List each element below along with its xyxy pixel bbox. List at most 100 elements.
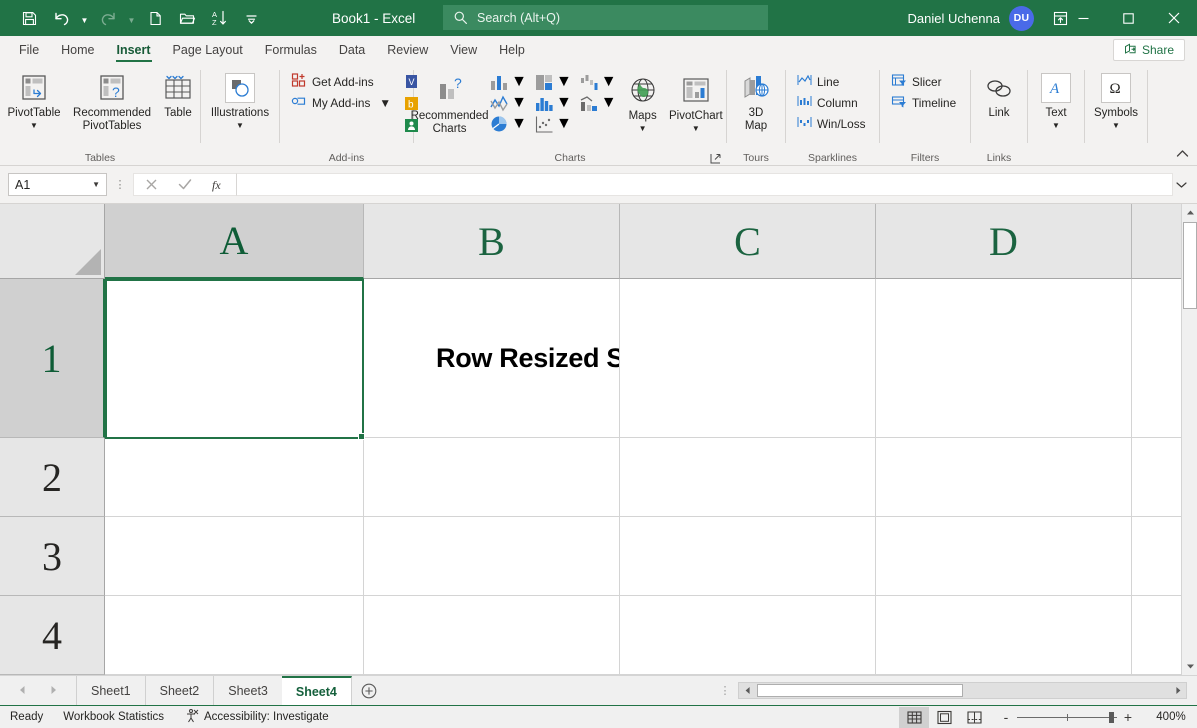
- combo-chart-button[interactable]: ▼: [575, 93, 620, 113]
- sparkline-column-button[interactable]: Column: [792, 92, 871, 113]
- vertical-scroll-thumb[interactable]: [1183, 222, 1197, 309]
- recommended-charts-button[interactable]: ? Recommended Charts: [414, 68, 485, 136]
- symbols-dropdown-icon[interactable]: ▼: [1112, 121, 1120, 130]
- hierarchy-chart-button[interactable]: ▼: [530, 72, 575, 92]
- horizontal-scroll-thumb[interactable]: [757, 684, 963, 697]
- enter-formula-icon[interactable]: [168, 174, 202, 195]
- scroll-right-icon[interactable]: [1169, 683, 1186, 698]
- pie-chart-button[interactable]: ▼: [485, 114, 530, 134]
- pivotchart-button[interactable]: PivotChart ▼: [666, 68, 726, 133]
- pie-chart-dropdown-icon[interactable]: ▼: [511, 115, 527, 133]
- timeline-button[interactable]: Timeline: [886, 92, 961, 113]
- sheet-tab-sheet1[interactable]: Sheet1: [76, 676, 146, 706]
- my-addins-dropdown-icon[interactable]: ▼: [379, 96, 391, 110]
- tab-review[interactable]: Review: [376, 36, 439, 64]
- zoom-out-button[interactable]: -: [995, 709, 1017, 725]
- insert-function-icon[interactable]: fx: [202, 174, 236, 195]
- add-sheet-button[interactable]: [352, 676, 386, 706]
- cell-d2[interactable]: [876, 438, 1132, 517]
- maps-button[interactable]: Maps ▼: [620, 68, 666, 133]
- cell-b4[interactable]: [364, 596, 620, 675]
- pivottable-dropdown-icon[interactable]: ▼: [30, 121, 38, 130]
- sparkline-line-button[interactable]: Line: [792, 71, 871, 92]
- save-icon[interactable]: [14, 5, 44, 31]
- tab-home[interactable]: Home: [50, 36, 105, 64]
- previous-sheet-icon[interactable]: [18, 682, 27, 700]
- name-box[interactable]: A1 ▼: [8, 173, 107, 196]
- zoom-track[interactable]: [1017, 717, 1117, 718]
- tab-view[interactable]: View: [439, 36, 488, 64]
- normal-view-icon[interactable]: [899, 707, 929, 728]
- column-header-c[interactable]: C: [620, 204, 876, 279]
- page-break-preview-icon[interactable]: [959, 707, 989, 728]
- cell-a3[interactable]: [105, 517, 364, 596]
- cell-a4[interactable]: [105, 596, 364, 675]
- formula-input[interactable]: [236, 173, 1173, 196]
- cell-c3[interactable]: [620, 517, 876, 596]
- row-header-1[interactable]: 1: [0, 279, 105, 438]
- tab-page-layout[interactable]: Page Layout: [162, 36, 254, 64]
- cancel-formula-icon[interactable]: [134, 174, 168, 195]
- column-header-d[interactable]: D: [876, 204, 1132, 279]
- avatar[interactable]: DU: [1009, 6, 1034, 31]
- close-icon[interactable]: [1151, 0, 1197, 36]
- line-chart-dropdown-icon[interactable]: ▼: [511, 94, 527, 112]
- customize-qat-icon[interactable]: [236, 5, 266, 31]
- next-sheet-icon[interactable]: [49, 682, 58, 700]
- vertical-scrollbar[interactable]: [1181, 204, 1197, 675]
- name-box-dropdown-icon[interactable]: ▼: [92, 180, 100, 189]
- statistic-chart-button[interactable]: ▼: [530, 93, 575, 113]
- open-folder-icon[interactable]: [172, 5, 202, 31]
- expand-formula-bar-icon[interactable]: [1173, 173, 1189, 196]
- illustrations-button[interactable]: Illustrations ▼: [205, 68, 275, 130]
- pivottable-button[interactable]: PivotTable ▼: [0, 68, 68, 130]
- waterfall-chart-dropdown-icon[interactable]: ▼: [601, 73, 617, 91]
- text-button[interactable]: A Text ▼: [1034, 68, 1078, 130]
- zoom-level[interactable]: 400%: [1145, 711, 1197, 723]
- text-dropdown-icon[interactable]: ▼: [1052, 121, 1060, 130]
- maximize-icon[interactable]: [1106, 0, 1151, 36]
- share-button[interactable]: Share: [1113, 39, 1185, 61]
- cell-c1[interactable]: [620, 279, 876, 438]
- 3d-map-button[interactable]: 3D Map: [733, 68, 779, 133]
- tab-insert[interactable]: Insert: [106, 36, 162, 64]
- sparkline-winloss-button[interactable]: Win/Loss: [792, 113, 871, 134]
- new-file-icon[interactable]: [140, 5, 170, 31]
- cell-b3[interactable]: [364, 517, 620, 596]
- recommended-pivottables-button[interactable]: ? Recommended PivotTables: [68, 68, 156, 133]
- sheet-splitter-grip[interactable]: ⋮: [712, 689, 738, 693]
- scatter-chart-dropdown-icon[interactable]: ▼: [556, 115, 572, 133]
- scroll-left-icon[interactable]: [739, 683, 756, 698]
- waterfall-chart-button[interactable]: ▼: [575, 72, 620, 92]
- cell-a2[interactable]: [105, 438, 364, 517]
- select-all-corner[interactable]: [0, 204, 105, 279]
- table-button[interactable]: Table: [156, 68, 200, 120]
- sheet-tab-sheet4[interactable]: Sheet4: [282, 676, 352, 706]
- sort-az-icon[interactable]: AZ: [204, 5, 234, 31]
- symbols-button[interactable]: Ω Symbols ▼: [1088, 68, 1144, 130]
- row-header-2[interactable]: 2: [0, 438, 105, 517]
- minimize-icon[interactable]: [1061, 0, 1106, 36]
- line-chart-button[interactable]: ▼: [485, 93, 530, 113]
- cell-c2[interactable]: [620, 438, 876, 517]
- sheet-tab-sheet3[interactable]: Sheet3: [214, 676, 283, 706]
- scroll-up-icon[interactable]: [1182, 204, 1197, 221]
- column-chart-button[interactable]: ▼: [485, 72, 530, 92]
- cell-b2[interactable]: [364, 438, 620, 517]
- pivotchart-dropdown-icon[interactable]: ▼: [692, 124, 700, 133]
- combo-chart-dropdown-icon[interactable]: ▼: [601, 94, 617, 112]
- illustrations-dropdown-icon[interactable]: ▼: [236, 121, 244, 130]
- column-header-a[interactable]: A: [105, 204, 364, 279]
- cell-d4[interactable]: [876, 596, 1132, 675]
- cell-a1[interactable]: [105, 279, 364, 438]
- my-addins-button[interactable]: My Add-ins ▼: [286, 92, 396, 113]
- zoom-slider[interactable]: - +: [989, 709, 1145, 725]
- row-header-3[interactable]: 3: [0, 517, 105, 596]
- search-box[interactable]: Search (Alt+Q): [443, 5, 768, 30]
- workbook-statistics-button[interactable]: Workbook Statistics: [53, 711, 174, 723]
- charts-dialog-launcher-icon[interactable]: [709, 152, 722, 165]
- statistic-chart-dropdown-icon[interactable]: ▼: [556, 94, 572, 112]
- tab-formulas[interactable]: Formulas: [254, 36, 328, 64]
- collapse-ribbon-icon[interactable]: [1176, 149, 1189, 162]
- cell-b1[interactable]: Row Resized Successfully: [364, 279, 620, 438]
